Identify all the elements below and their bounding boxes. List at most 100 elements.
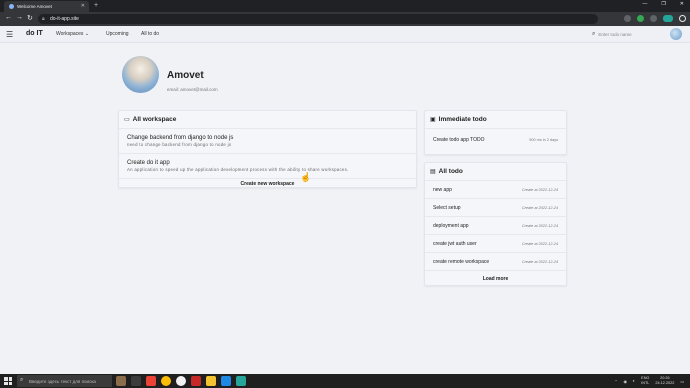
url-text: do-it-app.site — [50, 16, 79, 22]
network-icon[interactable]: ◉ — [624, 379, 627, 384]
app-icon[interactable] — [191, 376, 201, 386]
chrome-icon[interactable] — [161, 376, 171, 386]
taskbar-clock[interactable]: 20:26 24.12.2022 — [655, 376, 674, 386]
address-bar[interactable]: 🔒︎ do-it-app.site — [38, 14, 598, 24]
window-controls: — ❐ ✕ — [642, 1, 684, 7]
workspace-item-desc: An application to speed up the applicati… — [127, 167, 349, 172]
profile-avatar — [122, 56, 159, 93]
new-tab-button[interactable]: + — [94, 2, 98, 9]
immediate-card-header: ▣ Immediate todo — [425, 111, 566, 129]
favicon-icon — [9, 4, 14, 9]
taskbar-apps — [116, 376, 246, 386]
load-more-button[interactable]: Load more — [425, 271, 566, 282]
search-placeholder: Enter todo name — [598, 32, 632, 37]
workspace-card-title: All workspace — [132, 116, 177, 123]
lang-layout: INTL — [641, 381, 650, 385]
search-field[interactable]: ⌕ Enter todo name — [592, 30, 664, 39]
language-indicator[interactable]: ENG INTL — [641, 376, 649, 386]
nav-workspaces[interactable]: Workspaces ⌄ — [56, 31, 89, 37]
todo-row[interactable]: create remote workspace Create at 2022-1… — [425, 253, 566, 271]
workspace-card: ▭ All workspace Change backend from djan… — [118, 110, 417, 188]
todo-row[interactable]: Select setup Create at 2022-12-24 — [425, 199, 566, 217]
profile-email: email: amovet@mail.com — [167, 87, 218, 92]
workspace-item[interactable]: Create do it app An application to speed… — [119, 154, 416, 179]
notification-icon[interactable]: ▭ — [680, 379, 684, 384]
workspace-item-desc: need to change backend from django to no… — [127, 142, 232, 147]
taskbar-search-placeholder: Введите здесь текст для поиска — [29, 378, 96, 384]
todo-date: Create at 2022-12-24 — [521, 241, 558, 246]
forward-icon[interactable]: → — [16, 14, 23, 21]
todo-date: Create at 2022-12-24 — [521, 187, 558, 192]
todo-deadline: 900 ms in 2 days — [529, 138, 558, 142]
app-icon[interactable] — [116, 376, 126, 386]
workspace-card-header: ▭ All workspace — [119, 111, 416, 129]
menu-icon[interactable] — [679, 15, 686, 22]
clock-time: 20:26 — [660, 376, 670, 380]
taskbar-search[interactable]: ⌕ Введите здесь текст для поиска — [17, 375, 112, 387]
windows-start-icon[interactable] — [4, 377, 12, 385]
extension-green-icon[interactable] — [637, 15, 644, 22]
vscode-icon[interactable] — [221, 376, 231, 386]
todo-title: deployment app — [433, 222, 469, 229]
app-icon[interactable] — [146, 376, 156, 386]
app-icon[interactable] — [131, 376, 141, 386]
workspace-item-title: Create do it app — [127, 160, 170, 166]
user-avatar[interactable] — [670, 28, 682, 40]
nav-all-todo[interactable]: All to do — [141, 31, 159, 37]
system-tray: ⌃ ◉ 🔈︎ ENG INTL 20:26 24.12.2022 ▭ — [614, 376, 684, 386]
all-todo-card-title: All todo — [438, 168, 463, 175]
app-header: ☰ do IT Workspaces ⌄ Upcoming All to do … — [0, 26, 690, 43]
todo-title: Create todo app TODO — [433, 137, 485, 143]
browser-tab[interactable]: Welcome Amovet ✕ — [4, 1, 89, 12]
brand-logo[interactable]: do IT — [26, 30, 43, 37]
document-icon: ▤ — [430, 169, 436, 175]
folder-icon[interactable] — [206, 376, 216, 386]
todo-date: Create at 2022-12-24 — [521, 259, 558, 264]
yandex-icon[interactable] — [176, 376, 186, 386]
puzzle-icon[interactable] — [650, 15, 657, 22]
todo-date: Create at 2022-12-24 — [521, 223, 558, 228]
nav-upcoming[interactable]: Upcoming — [106, 31, 129, 37]
immediate-todo-item[interactable]: Create todo app TODO 900 ms in 2 days — [425, 129, 566, 151]
browser-toolbar: ← → ↻ 🔒︎ do-it-app.site — [0, 12, 690, 26]
immediate-card-title: Immediate todo — [438, 116, 487, 123]
tab-close-icon[interactable]: ✕ — [81, 3, 85, 9]
lock-icon: 🔒︎ — [42, 16, 45, 22]
all-todo-card: ▤ All todo new app Create at 2022-12-24 … — [424, 162, 567, 286]
todo-title: create remote workspace — [433, 258, 490, 265]
todo-title: create jwt auth user — [433, 240, 477, 247]
back-icon[interactable]: ← — [5, 14, 12, 21]
workspace-item-title: Change backend from django to node js — [127, 135, 234, 141]
hand-cursor-icon: ☝ — [300, 172, 312, 182]
monitor-icon: ▭ — [124, 117, 130, 123]
tray-chevron-icon[interactable]: ⌃ — [614, 379, 617, 384]
todo-date: Create at 2022-12-24 — [521, 205, 558, 210]
clock-date: 24.12.2022 — [655, 381, 675, 385]
app-icon[interactable] — [236, 376, 246, 386]
todo-title: Select setup — [433, 204, 461, 211]
profile-name: Amovet — [167, 70, 204, 81]
reload-icon[interactable]: ↻ — [27, 14, 33, 22]
search-icon: ⌕ — [20, 377, 24, 383]
create-workspace-button[interactable]: Create new workspace — [119, 179, 416, 187]
maximize-button[interactable]: ❐ — [661, 1, 665, 7]
nav-workspaces-label: Workspaces — [56, 31, 84, 37]
hamburger-icon[interactable]: ☰ — [6, 30, 13, 39]
minimize-button[interactable]: — — [642, 1, 647, 7]
lang-code: ENG — [641, 376, 650, 380]
profile-chip-icon[interactable] — [663, 15, 673, 22]
volume-icon[interactable]: 🔈︎ — [633, 379, 635, 383]
workspace-item[interactable]: Change backend from django to node js ne… — [119, 129, 416, 154]
todo-row[interactable]: new app Create at 2022-12-24 — [425, 181, 566, 199]
extension-icon[interactable] — [624, 15, 631, 22]
calendar-icon: ▣ — [430, 117, 436, 123]
extensions-row — [624, 15, 686, 22]
os-taskbar: ⌕ Введите здесь текст для поиска ⌃ ◉ 🔈︎ … — [0, 374, 690, 388]
todo-row[interactable]: deployment app Create at 2022-12-24 — [425, 217, 566, 235]
close-window-button[interactable]: ✕ — [680, 1, 684, 7]
immediate-todo-card: ▣ Immediate todo Create todo app TODO 90… — [424, 110, 567, 155]
todo-title: new app — [433, 186, 452, 193]
search-icon: ⌕ — [592, 31, 596, 37]
tab-title: Welcome Amovet — [17, 4, 52, 9]
todo-row[interactable]: create jwt auth user Create at 2022-12-2… — [425, 235, 566, 253]
